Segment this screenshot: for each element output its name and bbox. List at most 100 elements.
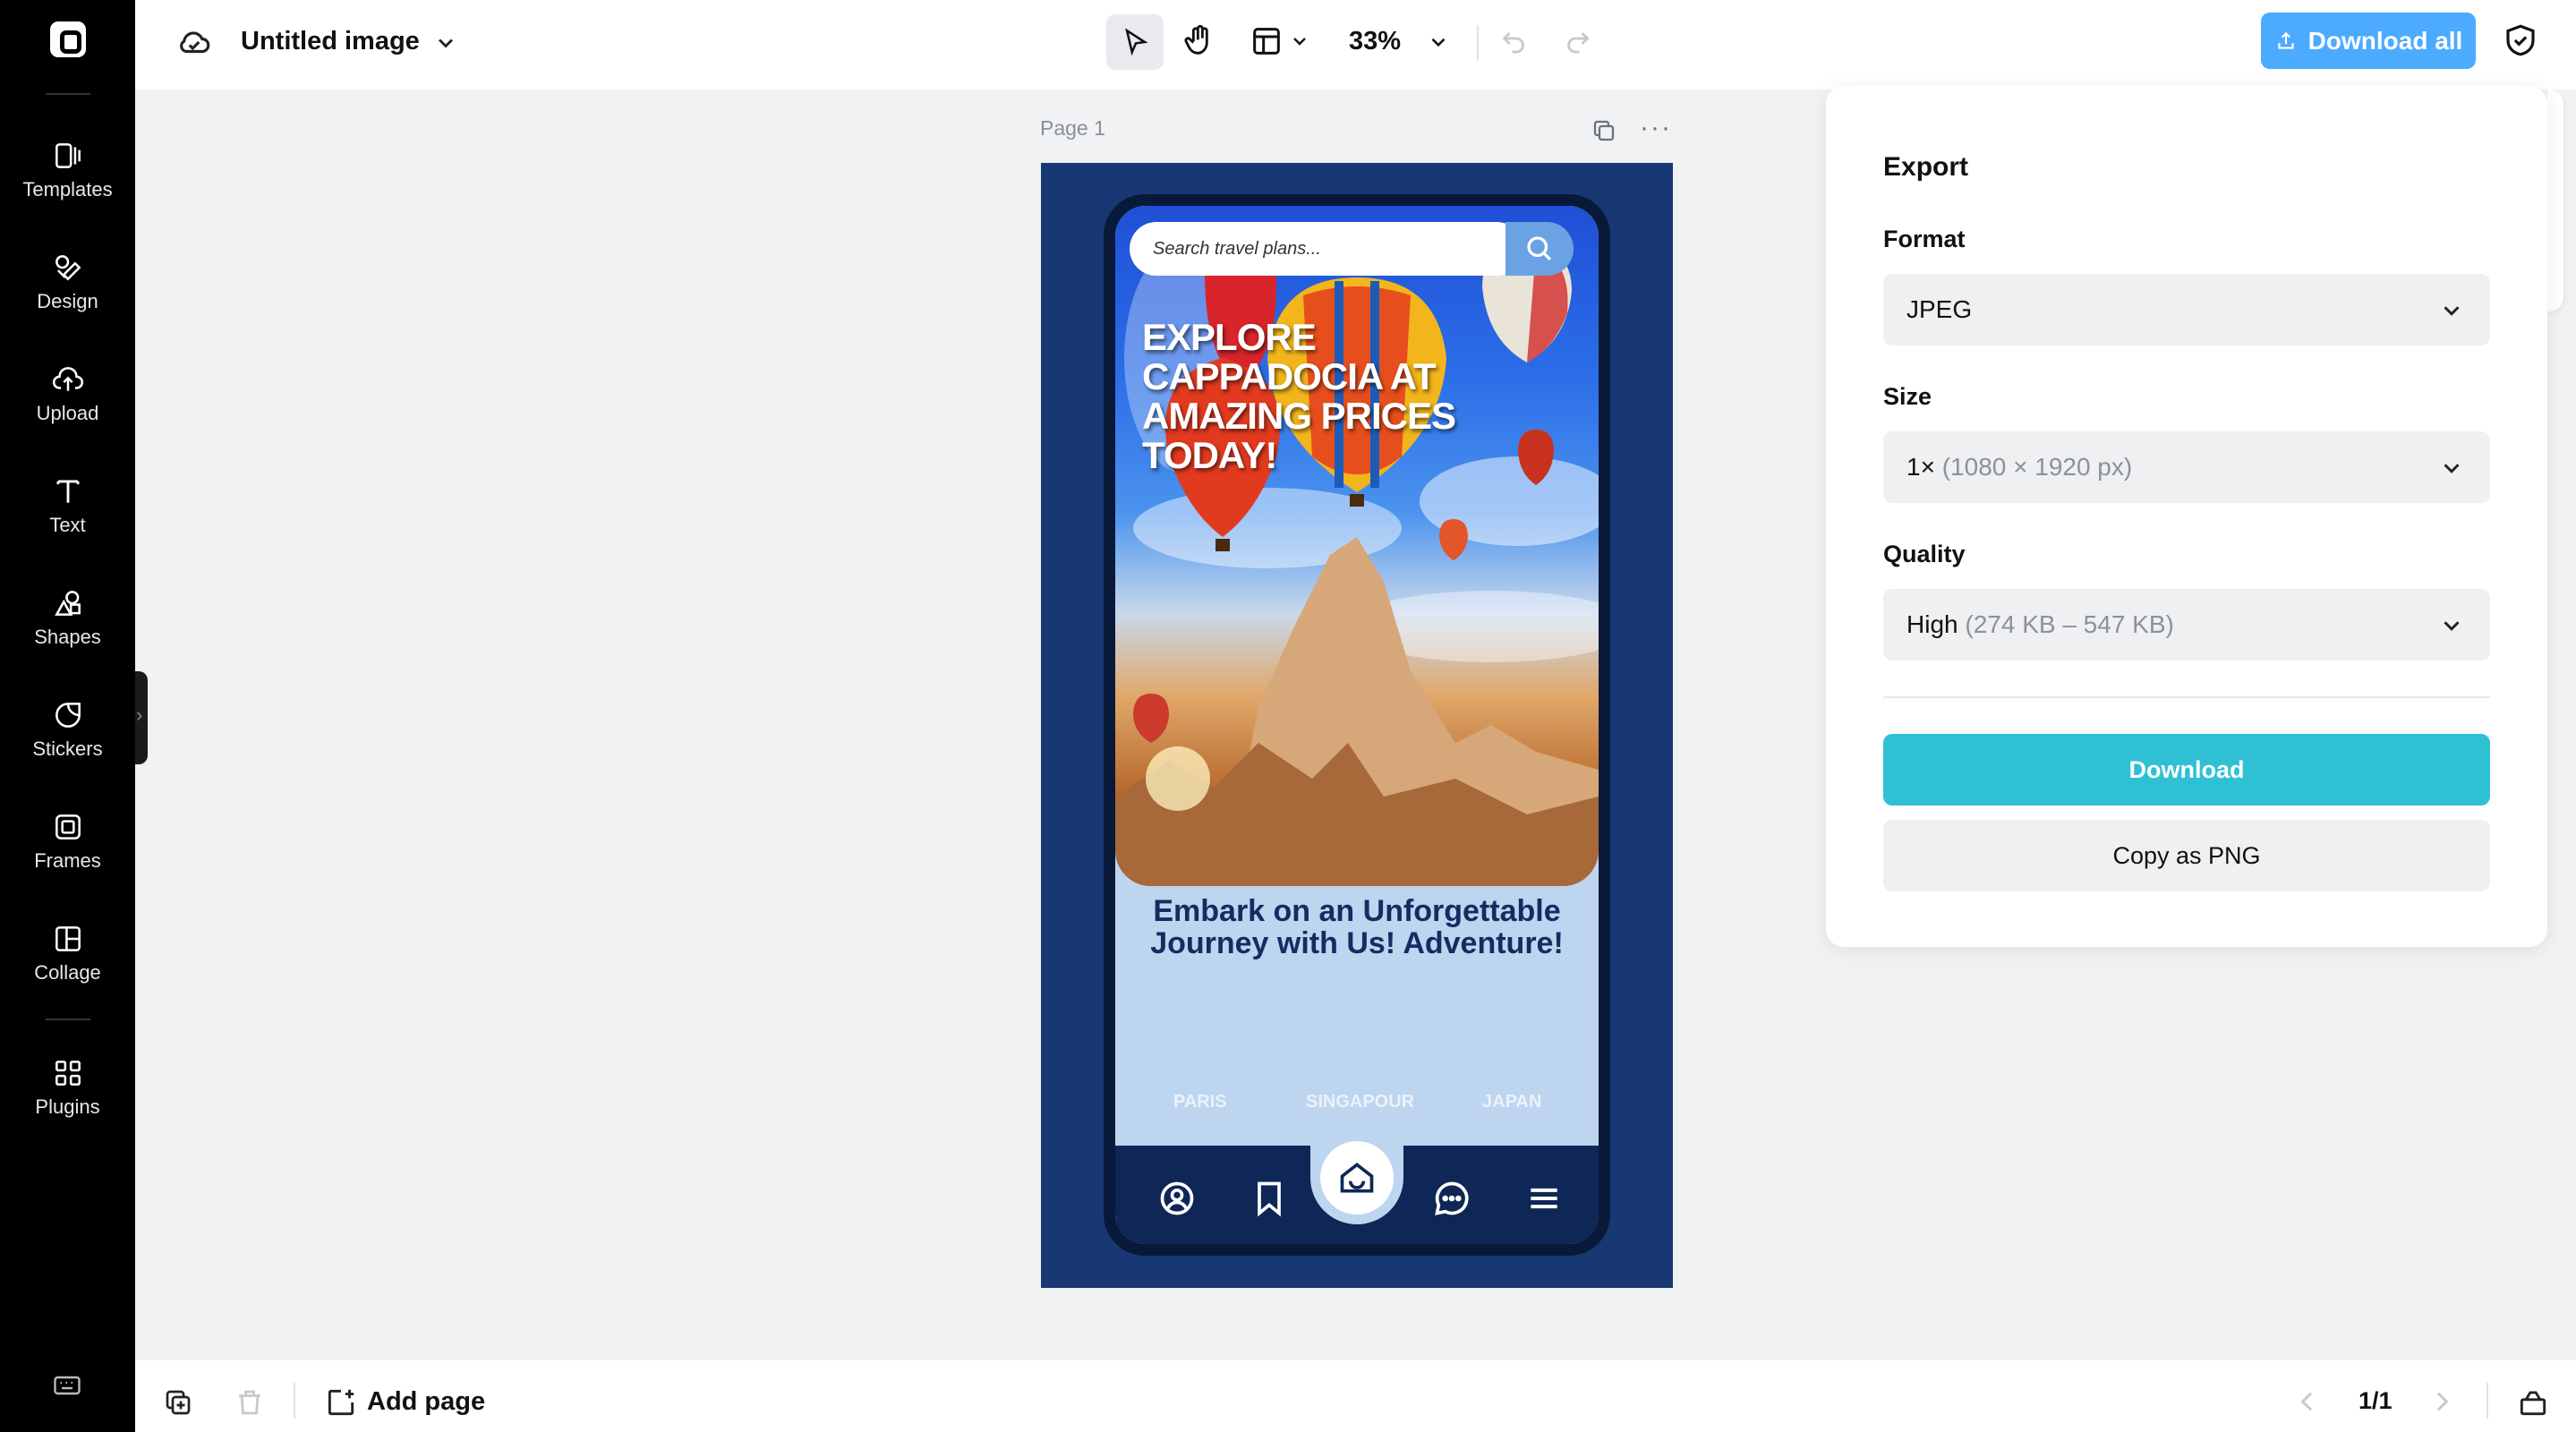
sidebar-item-label: Templates (22, 178, 113, 200)
chevron-down-icon (2444, 621, 2460, 631)
add-page-button[interactable]: Add page (367, 1387, 485, 1417)
templates-icon (55, 143, 81, 168)
copy-as-png-button[interactable]: Copy as PNG (1883, 820, 2490, 891)
page-more-options-icon[interactable]: ··· (1640, 115, 1672, 141)
cloud-sync-icon[interactable] (175, 23, 213, 61)
sidebar-item-templates[interactable]: Templates (0, 139, 135, 237)
chevron-down-icon (2444, 306, 2460, 316)
search-icon (1527, 236, 1552, 261)
download-button[interactable]: Download (1883, 734, 2490, 806)
page-counter: 1/1 (2358, 1387, 2393, 1414)
format-value: JPEG (1906, 295, 1973, 323)
plugins-icon (55, 1061, 81, 1086)
phone-screen: Search travel plans... EXPLORE CAPPADOCI… (1115, 206, 1599, 1244)
sidebar-item-stickers[interactable]: Stickers (0, 698, 135, 797)
search-input[interactable]: Search travel plans... (1130, 222, 1523, 276)
keyboard-shortcuts-icon[interactable] (51, 1369, 83, 1402)
chevron-left-icon[interactable] (2293, 1387, 2322, 1416)
balloons-landscape-illustration (1115, 233, 1599, 886)
bottom-toolbar (135, 1360, 2576, 1432)
sidebar-item-label: Plugins (35, 1095, 100, 1118)
size-label: Size (1883, 383, 1932, 410)
upload-icon (2277, 31, 2294, 49)
sidebar-item-label: Shapes (34, 626, 101, 648)
bookmark-icon (1258, 1181, 1281, 1217)
profile-icon (1160, 1181, 1194, 1215)
sidebar-item-design[interactable]: Design (0, 251, 135, 349)
destination-label: PARIS (1173, 1092, 1227, 1112)
quality-value: High (274 KB – 547 KB) (1906, 610, 2174, 639)
design-icon (55, 255, 81, 281)
phone-mockup: Search travel plans... EXPLORE CAPPADOCI… (1104, 194, 1610, 1256)
destination-label: JAPAN (1482, 1092, 1542, 1112)
add-page-icon[interactable] (324, 1385, 358, 1419)
sidebar-item-label: Upload (36, 402, 99, 424)
sidebar-item-label: Design (37, 290, 98, 312)
hand-tool-icon[interactable] (1181, 23, 1217, 59)
quality-select[interactable]: High (274 KB – 547 KB) (1883, 589, 2490, 661)
home-icon (1340, 1163, 1374, 1193)
zoom-level[interactable]: 33% (1349, 27, 1401, 56)
file-title[interactable]: Untitled image (241, 27, 420, 56)
size-scale: 1× (1906, 453, 1935, 481)
shapes-icon (54, 591, 81, 616)
duplicate-page-icon[interactable] (162, 1386, 194, 1419)
toolbar-divider (294, 1383, 295, 1419)
search-button[interactable] (1506, 222, 1574, 276)
frames-icon (55, 814, 81, 840)
chevron-down-icon[interactable] (433, 30, 458, 55)
design-subtitle: Embark on an Unforgettable Journey with … (1150, 894, 1564, 960)
stickers-icon (55, 703, 81, 728)
download-all-button[interactable]: Download all (2261, 13, 2476, 69)
download-all-label: Download all (2307, 26, 2463, 55)
sidebar-collapse-handle[interactable] (135, 671, 148, 764)
size-value: 1× (1080 × 1920 px) (1906, 453, 2132, 482)
home-nav-button (1320, 1141, 1394, 1215)
page-label: Page 1 (1040, 116, 1105, 140)
export-panel: Export Format JPEG Size 1× (1080 × 1920 … (1826, 86, 2547, 947)
cursor-icon (1125, 28, 1148, 56)
quality-label: Quality (1883, 541, 1966, 567)
toolbar-divider (1477, 25, 1479, 61)
sidebar-item-label: Frames (34, 849, 101, 872)
chevron-down-icon[interactable] (1427, 30, 1450, 54)
sidebar-item-collage[interactable]: Collage (0, 922, 135, 1020)
sidebar-divider (46, 93, 90, 95)
select-tool-button[interactable] (1106, 14, 1164, 70)
search-placeholder: Search travel plans... (1153, 239, 1321, 259)
chevron-down-icon (2444, 464, 2460, 473)
sidebar-item-label: Collage (34, 961, 101, 984)
sidebar-item-shapes[interactable]: Shapes (0, 586, 135, 685)
sidebar-item-upload[interactable]: Upload (0, 362, 135, 461)
collage-icon (55, 926, 81, 951)
format-label: Format (1883, 226, 1966, 252)
left-sidebar: Templates Design Upload Text Shapes Stic… (0, 0, 135, 1432)
layers-icon[interactable] (2516, 1385, 2550, 1419)
design-page[interactable]: Search travel plans... EXPLORE CAPPADOCI… (1041, 163, 1673, 1288)
sidebar-item-plugins[interactable]: Plugins (0, 1056, 135, 1155)
format-select[interactable]: JPEG (1883, 274, 2490, 345)
size-select[interactable]: 1× (1080 × 1920 px) (1883, 431, 2490, 503)
chevron-right-icon[interactable] (2427, 1387, 2456, 1416)
panel-divider (1883, 696, 2490, 698)
toolbar-divider (2486, 1383, 2488, 1419)
hero-image: Search travel plans... EXPLORE CAPPADOCI… (1115, 206, 1599, 886)
sidebar-item-text[interactable]: Text (0, 474, 135, 573)
sidebar-divider (46, 1019, 90, 1020)
quality-detail: (274 KB – 547 KB) (1965, 610, 2174, 638)
text-icon (55, 480, 80, 503)
shield-check-icon[interactable] (2502, 21, 2539, 59)
sidebar-item-frames[interactable]: Frames (0, 810, 135, 908)
trash-icon[interactable] (234, 1386, 266, 1419)
panel-edge (2547, 90, 2563, 311)
chat-icon (1435, 1181, 1469, 1215)
chevron-down-icon[interactable] (1289, 30, 1310, 52)
quality-level: High (1906, 610, 1958, 638)
sidebar-item-label: Text (49, 514, 86, 536)
menu-icon (1531, 1188, 1557, 1209)
duplicate-page-icon[interactable] (1591, 117, 1617, 144)
app-logo-icon[interactable] (50, 21, 86, 57)
redo-icon[interactable] (1562, 25, 1594, 57)
layout-icon[interactable] (1249, 23, 1284, 59)
undo-icon[interactable] (1497, 25, 1530, 57)
